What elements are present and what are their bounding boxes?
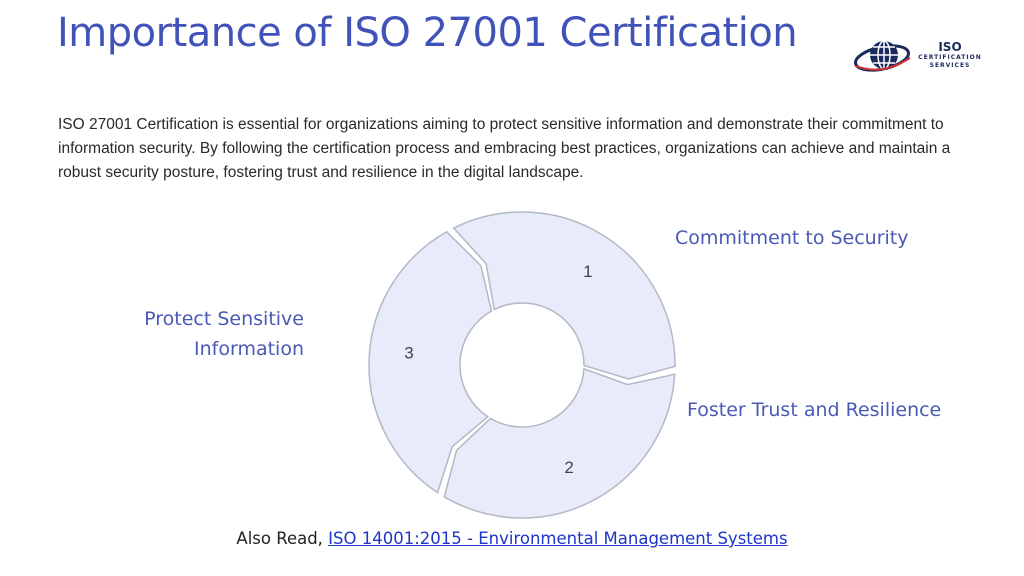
label-commitment-to-security: Commitment to Security xyxy=(675,227,909,249)
cycle-diagram: 1 2 3 xyxy=(368,211,676,519)
segment-number-3: 3 xyxy=(404,344,413,363)
segment-number-1: 1 xyxy=(583,262,592,281)
iso-14001-link[interactable]: ISO 14001:2015 - Environmental Managemen… xyxy=(328,529,787,548)
cycle-segment-commitment xyxy=(443,367,676,519)
also-read-prefix: Also Read, xyxy=(236,529,323,548)
label-protect-sensitive-information: Protect Sensitive Information xyxy=(144,308,304,360)
label-foster-trust-and-resilience: Foster Trust and Resilience xyxy=(687,399,942,421)
also-read-footer: Also Read, ISO 14001:2015 - Environmenta… xyxy=(0,529,1024,548)
segment-number-2: 2 xyxy=(564,458,573,477)
